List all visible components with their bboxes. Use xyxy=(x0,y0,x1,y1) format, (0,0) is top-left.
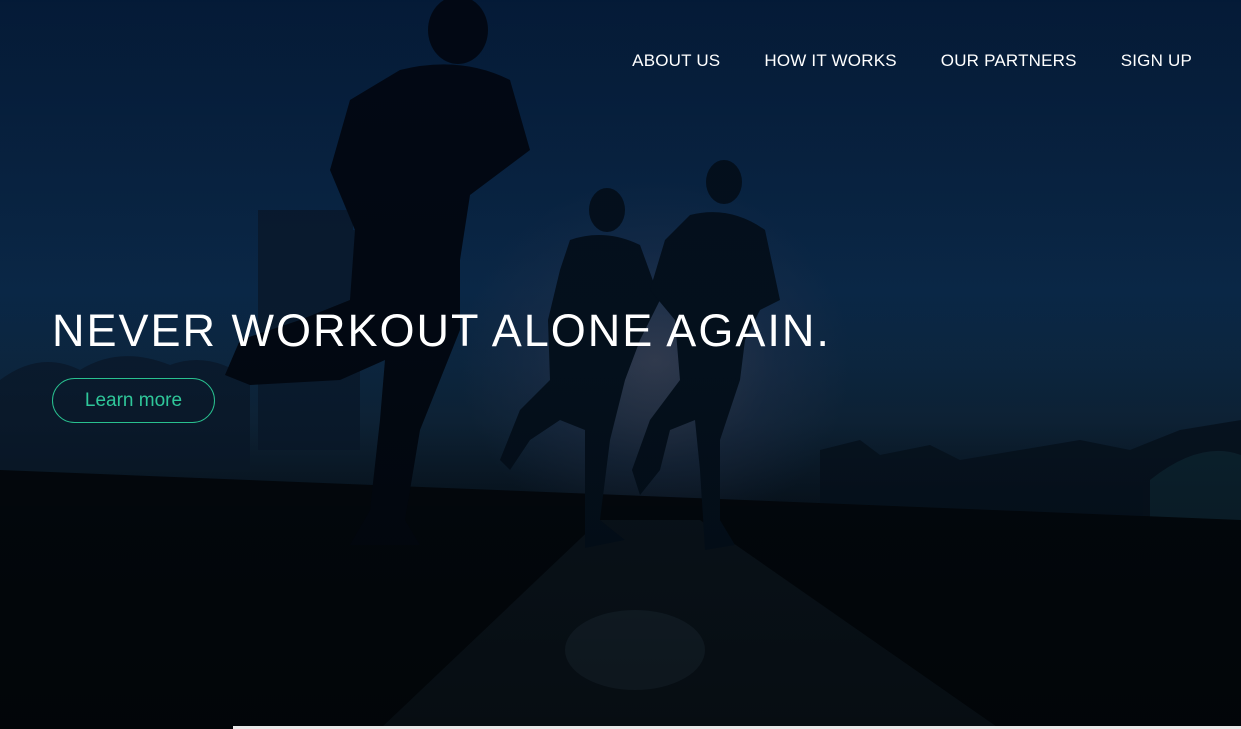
learn-more-button[interactable]: Learn more xyxy=(52,378,215,423)
nav-item-our-partners[interactable]: OUR PARTNERS xyxy=(941,50,1077,72)
hero-section: ABOUT US HOW IT WORKS OUR PARTNERS SIGN … xyxy=(0,0,1241,729)
hero-headline: NEVER WORKOUT ALONE AGAIN. xyxy=(52,305,831,356)
nav-item-about-us[interactable]: ABOUT US xyxy=(632,50,720,72)
nav-item-how-it-works[interactable]: HOW IT WORKS xyxy=(764,50,896,72)
hero-background-image xyxy=(0,0,1241,729)
nav-item-sign-up[interactable]: SIGN UP xyxy=(1121,50,1192,72)
main-nav: ABOUT US HOW IT WORKS OUR PARTNERS SIGN … xyxy=(632,50,1192,72)
